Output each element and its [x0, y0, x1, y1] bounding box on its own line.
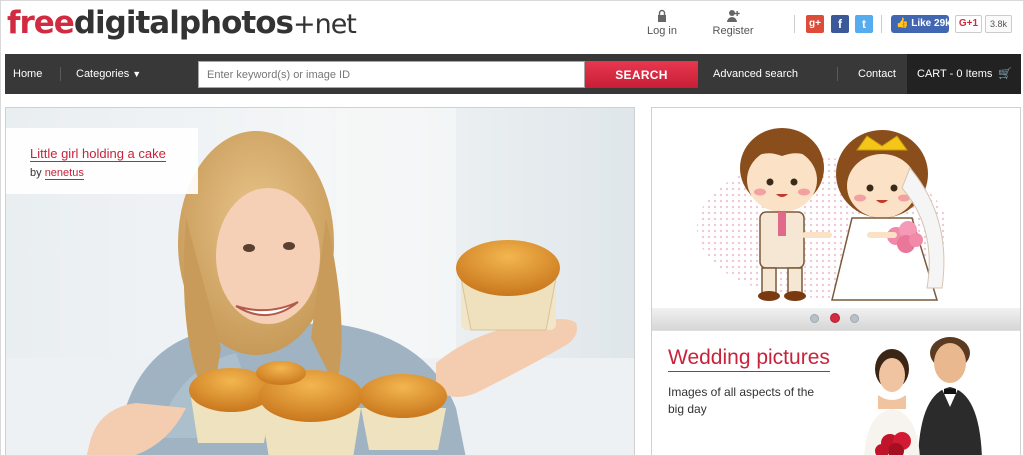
header-divider [794, 15, 795, 33]
wedding-promo[interactable]: Wedding pictures Images of all aspects o… [652, 330, 1020, 455]
nav-categories[interactable]: Categories ▼ [76, 54, 141, 94]
carousel-slide[interactable] [652, 108, 1020, 330]
photo-author-link[interactable]: nenetus [44, 167, 84, 180]
header-divider [881, 15, 882, 33]
search-button[interactable]: SEARCH [585, 61, 698, 88]
register-link[interactable]: Register [703, 9, 763, 37]
main-nav: Home Categories▼ SEARCH Advanced search … [5, 54, 1021, 94]
promo-description: Images of all aspects of the big day [668, 385, 815, 416]
chevron-down-icon: ▼ [132, 69, 142, 79]
search-input[interactable] [198, 61, 585, 88]
shopping-cart-icon: 🛒 [998, 68, 1013, 80]
facebook-like-button[interactable]: 👍 Like 29k [891, 15, 951, 33]
wedding-couple-photo [864, 337, 982, 455]
logo-part-net: net [314, 9, 357, 40]
carousel-dot-2[interactable] [830, 313, 840, 323]
promo-title[interactable]: Wedding pictures [668, 345, 830, 372]
carousel-indicators [652, 308, 1020, 330]
featured-image[interactable]: Little girl holding a cake by nenetus [5, 107, 635, 455]
header: freedigitalphotos+net Log in Register g+… [1, 1, 1023, 51]
nav-contact[interactable]: Contact [858, 54, 896, 94]
site-logo[interactable]: freedigitalphotos+net [7, 5, 357, 41]
google-plus-count: 3.8k [985, 15, 1012, 33]
user-add-icon [727, 10, 740, 22]
nav-divider [837, 67, 838, 81]
cart-button[interactable]: CART - 0 Items 🛒 [907, 54, 1021, 94]
logo-part-free: free [7, 5, 75, 41]
padlock-icon [658, 9, 666, 22]
photo-byline: by nenetus [30, 167, 198, 180]
logo-part-plus: + [292, 9, 316, 40]
photo-title-link[interactable]: Little girl holding a cake [30, 146, 166, 162]
photo-caption: Little girl holding a cake by nenetus [6, 128, 198, 194]
google-plus-one-button[interactable]: G+1 [955, 15, 982, 33]
thumbs-up-icon: 👍 [896, 18, 909, 29]
facebook-icon[interactable]: f [831, 15, 849, 33]
page-frame: freedigitalphotos+net Log in Register g+… [0, 0, 1024, 456]
cart-label: CART - 0 Items [917, 68, 993, 80]
nav-home[interactable]: Home [13, 54, 42, 94]
register-label: Register [712, 25, 754, 37]
nav-divider [60, 67, 61, 81]
muffin-group [189, 361, 447, 455]
byline-prefix: by [30, 167, 42, 179]
nav-categories-label: Categories [76, 68, 130, 80]
facebook-like-label: Like 29k [911, 18, 951, 29]
twitter-icon[interactable]: t [855, 15, 873, 33]
carousel-dot-3[interactable] [850, 314, 859, 323]
logo-part-digitalphotos: digitalphotos [73, 5, 294, 41]
carousel-dot-1[interactable] [810, 314, 819, 323]
wedding-couple-illustration [697, 128, 947, 301]
search-bar: SEARCH [198, 61, 698, 88]
google-plus-icon[interactable]: g+ [806, 15, 824, 33]
nav-advanced-search[interactable]: Advanced search [713, 54, 798, 94]
side-panel: Wedding pictures Images of all aspects o… [651, 107, 1021, 455]
login-link[interactable]: Log in [632, 9, 692, 37]
login-label: Log in [647, 25, 677, 37]
